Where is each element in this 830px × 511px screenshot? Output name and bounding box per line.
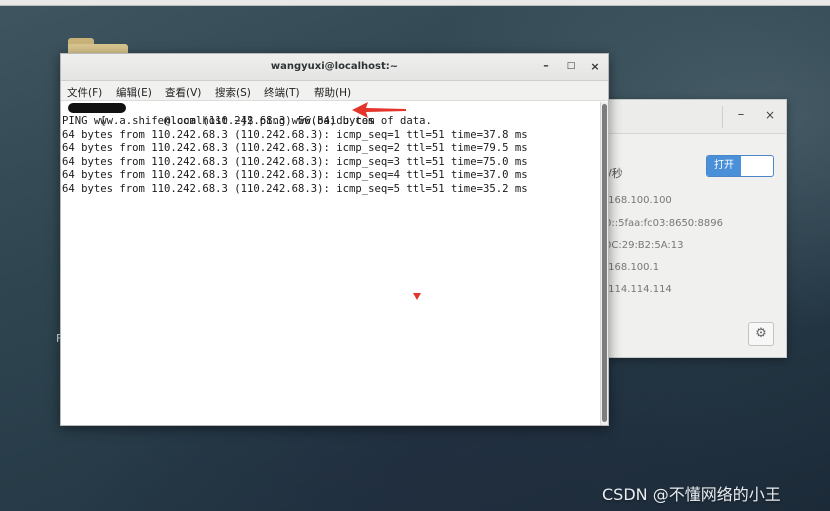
annotation-arrow-icon (352, 102, 406, 118)
window-title: wangyuxi@localhost:~ (270, 61, 399, 72)
ipv4-address: .168.100.100 (605, 195, 672, 206)
menu-file[interactable]: 文件(F) (67, 85, 102, 100)
settings-gear-button[interactable]: ⚙ (748, 322, 774, 346)
cursor-marker-icon (413, 293, 421, 300)
toggle-on-label: 打开 (707, 156, 741, 176)
terminal-window[interactable]: wangyuxi@localhost:~ – □ × 文件(F) 编辑(E) 查… (60, 53, 609, 426)
gear-icon: ⚙ (755, 326, 767, 341)
output-line: 64 bytes from 110.242.68.3 (110.242.68.3… (62, 156, 528, 168)
menu-terminal[interactable]: 终端(T) (264, 85, 300, 100)
close-button[interactable]: × (588, 60, 602, 73)
settings-minimize-button[interactable]: – (732, 107, 750, 122)
connection-toggle[interactable]: 打开 (706, 155, 774, 177)
hardware-address: 0C:29:B2:5A:13 (605, 240, 684, 251)
scrollbar[interactable] (600, 102, 608, 425)
menu-search[interactable]: 搜索(S) (215, 85, 251, 100)
network-settings-window[interactable]: – × b/秒 打开 .168.100.100 0::5faa:fc03:865… (590, 99, 787, 358)
terminal-menubar: 文件(F) 编辑(E) 查看(V) 搜索(S) 终端(T) 帮助(H) (61, 81, 608, 101)
redacted-username (68, 103, 126, 113)
minimize-button[interactable]: – (539, 59, 553, 72)
settings-close-button[interactable]: × (761, 108, 779, 122)
default-route: .168.100.1 (605, 262, 660, 273)
settings-header: – × (591, 100, 786, 134)
menu-help[interactable]: 帮助(H) (314, 85, 351, 100)
menu-edit[interactable]: 编辑(E) (116, 85, 152, 100)
terminal-output[interactable]: [ @localhost ~]$ ping www.baidu.com PING… (61, 102, 600, 425)
output-line: 64 bytes from 110.242.68.3 (110.242.68.3… (62, 142, 528, 154)
output-line: 64 bytes from 110.242.68.3 (110.242.68.3… (62, 169, 528, 181)
watermark: CSDN @不懂网络的小王 (602, 485, 781, 504)
dns-address: .114.114.114 (605, 284, 672, 295)
terminal-titlebar[interactable]: wangyuxi@localhost:~ – □ × (61, 54, 608, 81)
menu-view[interactable]: 查看(V) (165, 85, 201, 100)
maximize-button[interactable]: □ (564, 61, 578, 71)
ipv6-address: 0::5faa:fc03:8650:8896 (605, 218, 723, 229)
output-line: 64 bytes from 110.242.68.3 (110.242.68.3… (62, 183, 528, 195)
header-separator (722, 106, 723, 128)
top-panel (0, 0, 830, 6)
output-line: 64 bytes from 110.242.68.3 (110.242.68.3… (62, 129, 528, 141)
scrollbar-thumb[interactable] (602, 104, 607, 422)
